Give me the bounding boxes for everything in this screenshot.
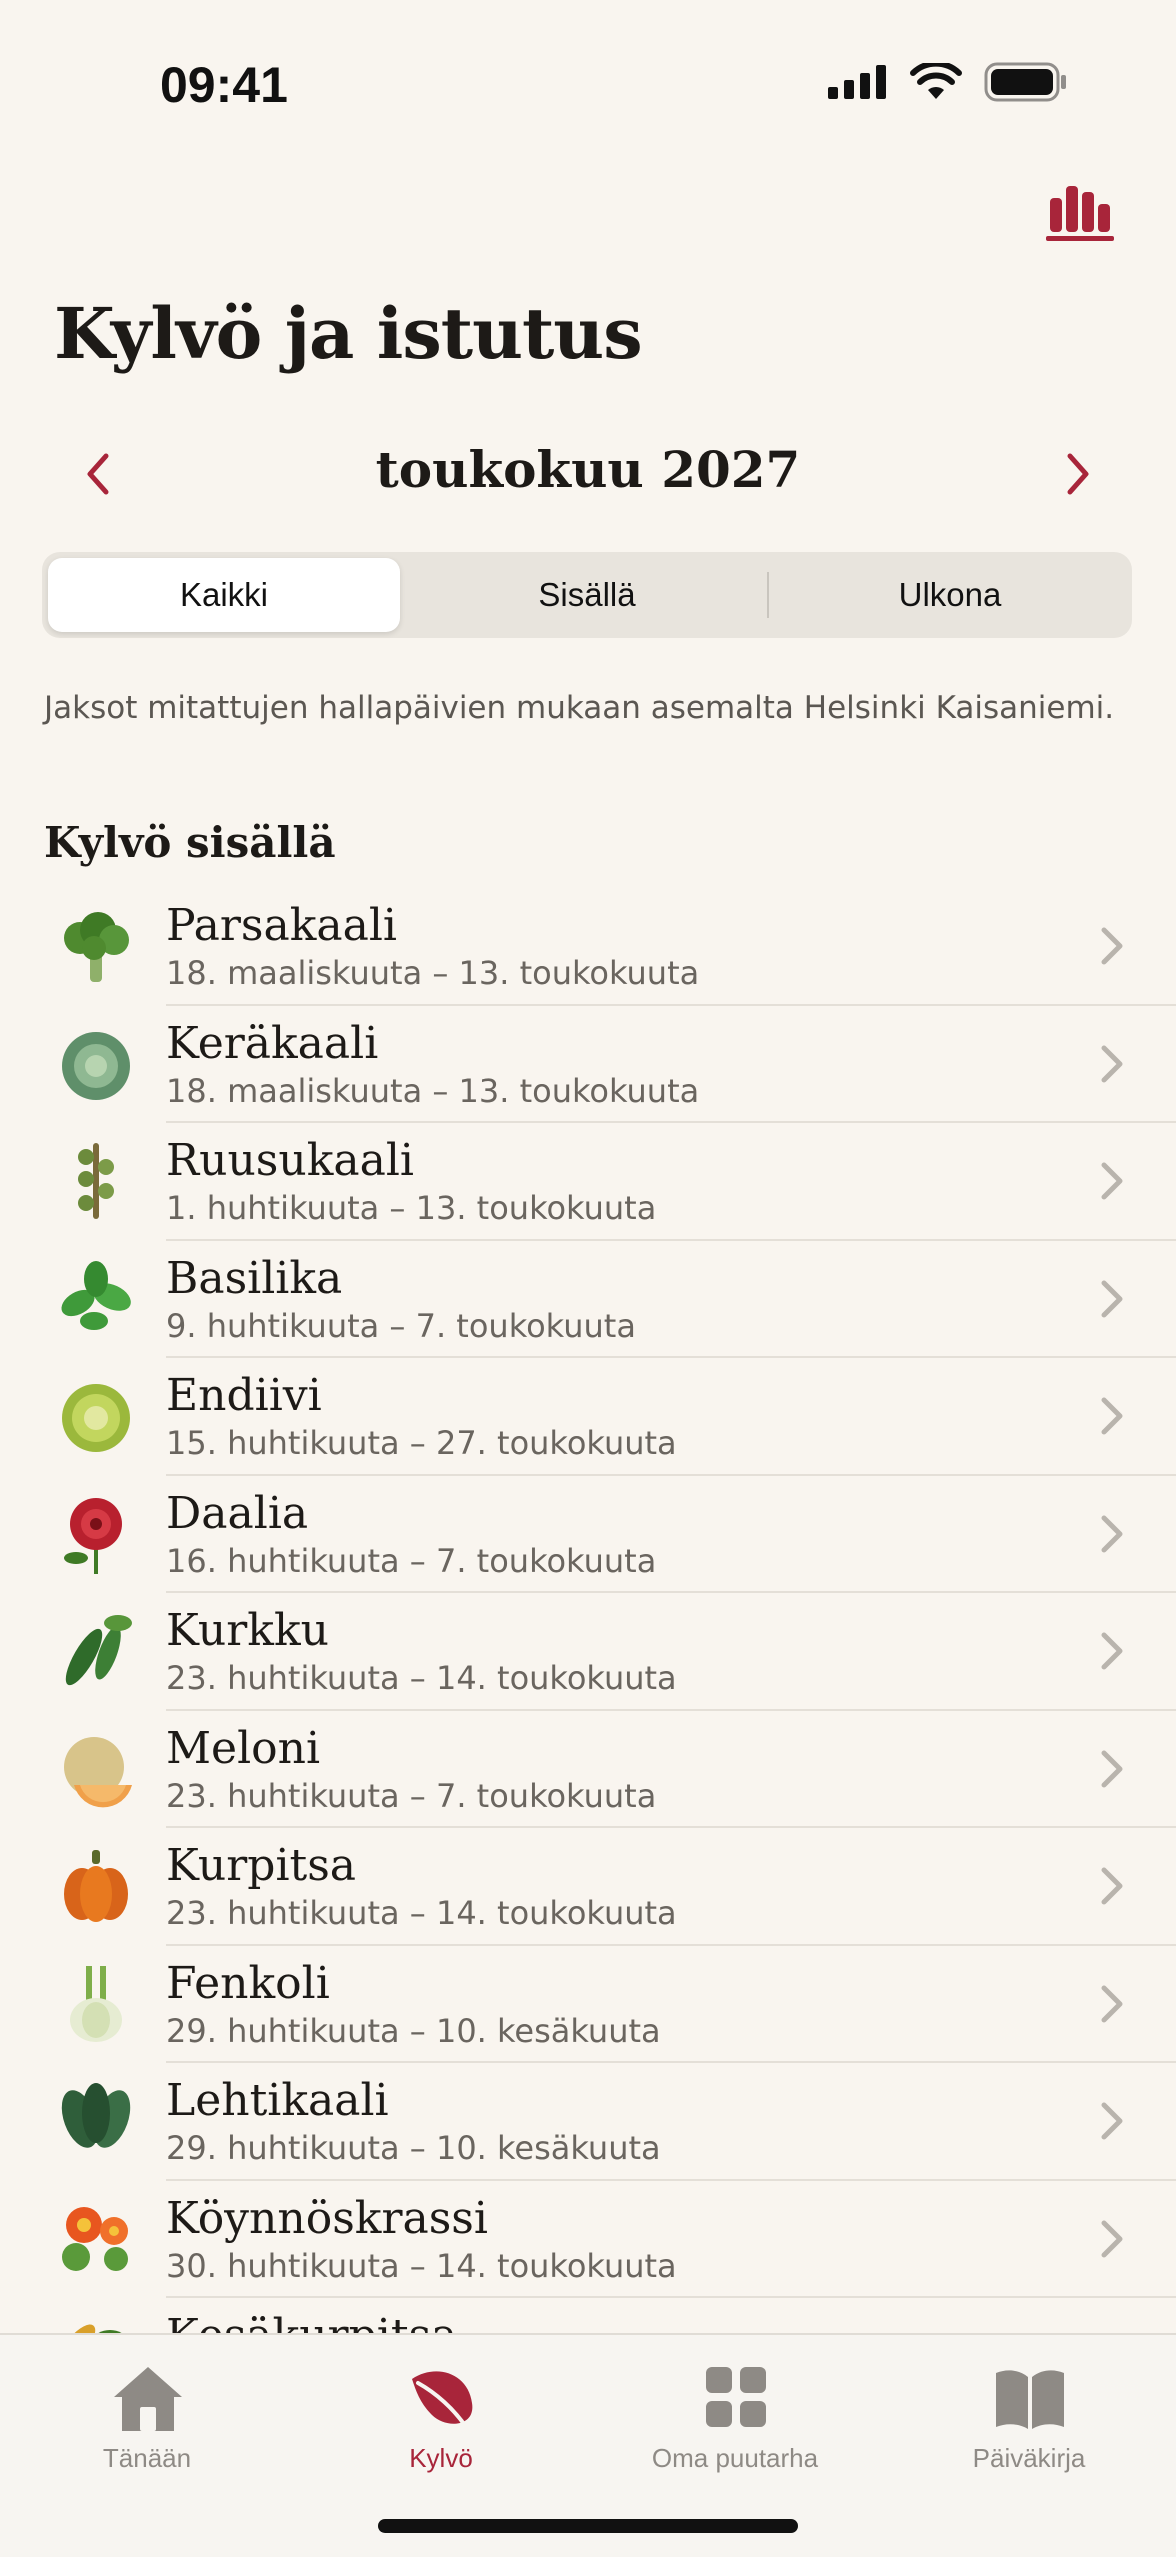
frost-data-info: Jaksot mitattujen hallapäivien mukaan as… xyxy=(44,690,1115,726)
plant-row[interactable]: Meloni 23. huhtikuuta – 7. toukokuuta xyxy=(0,1711,1176,1828)
plant-name: Kurpitsa xyxy=(166,1840,357,1891)
dahlia-icon xyxy=(64,1497,122,1574)
cellular-signal-icon xyxy=(828,65,886,99)
plant-name: Kurkku xyxy=(166,1605,329,1656)
section-title: Kylvö sisällä xyxy=(44,818,336,867)
location-filter-segmented-control: Kaikki Sisällä Ulkona xyxy=(42,552,1132,638)
plant-dates: 30. huhtikuuta – 14. toukokuuta xyxy=(166,2246,677,2285)
plant-row[interactable]: Kurkku 23. huhtikuuta – 14. toukokuuta xyxy=(0,1593,1176,1711)
plant-row[interactable]: Endiivi 15. huhtikuuta – 27. toukokuuta xyxy=(0,1358,1176,1476)
plant-name: Basilika xyxy=(166,1252,343,1304)
kale-icon xyxy=(61,2083,131,2148)
month-label: toukokuu 2027 xyxy=(375,440,801,499)
plant-row[interactable]: Köynnöskrassi 30. huhtikuuta – 14. touko… xyxy=(0,2181,1176,2298)
plant-row[interactable]: Daalia 16. huhtikuuta – 7. toukokuuta xyxy=(0,1476,1176,1593)
pumpkin-icon xyxy=(64,1850,128,1922)
chevron-right-icon xyxy=(1067,453,1089,495)
plant-dates: 23. huhtikuuta – 14. toukokuuta xyxy=(166,1894,677,1932)
chevron-right-icon xyxy=(1101,1045,1123,1082)
plant-row[interactable]: Keräkaali 18. maaliskuuta – 13. toukokuu… xyxy=(0,1006,1176,1123)
zucchini-icon xyxy=(60,2324,122,2333)
chevron-right-icon xyxy=(1101,1867,1123,1905)
tab-paivakirja[interactable]: Päiväkirja xyxy=(882,2351,1176,2491)
status-icons xyxy=(828,62,1068,102)
segment-divider xyxy=(767,572,769,618)
tab-label: Päiväkirja xyxy=(972,2443,1086,2473)
chevron-right-icon xyxy=(1101,1985,1123,2022)
cabbage-icon xyxy=(62,1031,130,1100)
chevron-right-icon xyxy=(1101,1515,1123,1552)
month-navigation: toukokuu 2027 xyxy=(0,430,1176,510)
home-indicator[interactable] xyxy=(378,2519,798,2533)
plant-dates: 29. huhtikuuta – 10. kesäkuuta xyxy=(166,2129,661,2167)
bar-chart-icon xyxy=(1046,186,1114,241)
plant-name: Parsakaali xyxy=(166,900,397,951)
chevron-right-icon xyxy=(1101,1162,1123,1200)
plant-name: Daalia xyxy=(166,1487,309,1539)
plant-dates: 23. huhtikuuta – 7. toukokuuta xyxy=(166,1776,657,1815)
chevron-right-icon xyxy=(1101,1397,1123,1435)
chevron-right-icon xyxy=(1101,927,1123,965)
plant-row[interactable]: Lehtikaali 29. huhtikuuta – 10. kesäkuut… xyxy=(0,2063,1176,2181)
plant-dates: 1. huhtikuuta – 13. toukokuuta xyxy=(166,1189,657,1227)
battery-icon xyxy=(984,62,1066,102)
plant-dates: 15. huhtikuuta – 27. toukokuuta xyxy=(166,1424,677,1462)
plant-name: Endiivi xyxy=(166,1370,322,1421)
chevron-right-icon xyxy=(1101,1750,1123,1787)
plant-dates: 29. huhtikuuta – 10. kesäkuuta xyxy=(166,2011,661,2050)
plant-row[interactable]: Parsakaali 18. maaliskuuta – 13. toukoku… xyxy=(0,888,1176,1006)
endive-icon xyxy=(62,1384,130,1452)
segment-sisalla[interactable]: Sisällä xyxy=(411,558,763,632)
plant-name: Fenkoli xyxy=(166,1957,330,2009)
plant-dates: 18. maaliskuuta – 13. toukokuuta xyxy=(166,954,700,992)
plant-row[interactable]: Ruusukaali 1. huhtikuuta – 13. toukokuut… xyxy=(0,1123,1176,1241)
plant-row[interactable]: Kesäkurpitsa xyxy=(0,2298,1176,2333)
nasturtium-icon xyxy=(62,2206,128,2271)
plant-dates: 18. maaliskuuta – 13. toukokuuta xyxy=(166,1071,700,1110)
broccoli-icon xyxy=(64,912,129,982)
grid-icon xyxy=(706,2367,766,2427)
plant-name: Köynnöskrassi xyxy=(166,2192,488,2244)
plant-row[interactable]: Kurpitsa 23. huhtikuuta – 14. toukokuuta xyxy=(0,1828,1176,1946)
plant-name: Meloni xyxy=(166,1722,321,1774)
tab-oma-puutarha[interactable]: Oma puutarha xyxy=(588,2351,882,2491)
wifi-icon xyxy=(910,63,962,99)
plant-name: Lehtikaali xyxy=(166,2075,389,2126)
chevron-right-icon xyxy=(1101,2102,1123,2140)
brussels-sprouts-icon xyxy=(78,1143,114,1219)
plant-dates: 9. huhtikuuta – 7. toukokuuta xyxy=(166,1306,636,1345)
chevron-right-icon xyxy=(1101,2220,1123,2257)
melon-icon xyxy=(64,1736,132,1807)
next-month-button[interactable] xyxy=(1046,444,1106,504)
cucumber-icon xyxy=(65,1615,132,1686)
page-title: Kylvö ja istutus xyxy=(54,292,643,375)
leaf-icon xyxy=(412,2371,473,2429)
tab-label: Kylvö xyxy=(409,2443,473,2473)
fennel-icon xyxy=(70,1965,122,2042)
plant-name: Ruusukaali xyxy=(166,1135,414,1186)
basil-icon xyxy=(61,1260,131,1330)
segment-ulkona[interactable]: Ulkona xyxy=(774,558,1126,632)
chevron-right-icon xyxy=(1101,1280,1123,1317)
segment-kaikki[interactable]: Kaikki xyxy=(48,558,400,632)
plant-row[interactable]: Basilika 9. huhtikuuta – 7. toukokuuta xyxy=(0,1241,1176,1358)
plant-name: Kesäkurpitsa xyxy=(166,2310,457,2333)
plant-dates: 23. huhtikuuta – 14. toukokuuta xyxy=(166,1659,677,1697)
chevron-right-icon xyxy=(1101,1632,1123,1670)
plant-list: Parsakaali 18. maaliskuuta – 13. toukoku… xyxy=(0,888,1176,2333)
book-icon xyxy=(996,2370,1064,2429)
tab-tanaan[interactable]: Tänään xyxy=(0,2351,294,2491)
statistics-button[interactable] xyxy=(1046,178,1118,244)
plant-row[interactable]: Fenkoli 29. huhtikuuta – 10. kesäkuuta xyxy=(0,1946,1176,2063)
plant-name: Keräkaali xyxy=(166,1017,379,1069)
tab-label: Oma puutarha xyxy=(651,2443,819,2473)
tab-label: Tänään xyxy=(102,2443,192,2473)
plant-dates: 16. huhtikuuta – 7. toukokuuta xyxy=(166,1541,657,1580)
status-time: 09:41 xyxy=(160,57,288,113)
home-icon xyxy=(114,2367,182,2431)
status-bar: 09:41 xyxy=(0,0,1176,170)
tab-kylvo[interactable]: Kylvö xyxy=(294,2351,588,2491)
